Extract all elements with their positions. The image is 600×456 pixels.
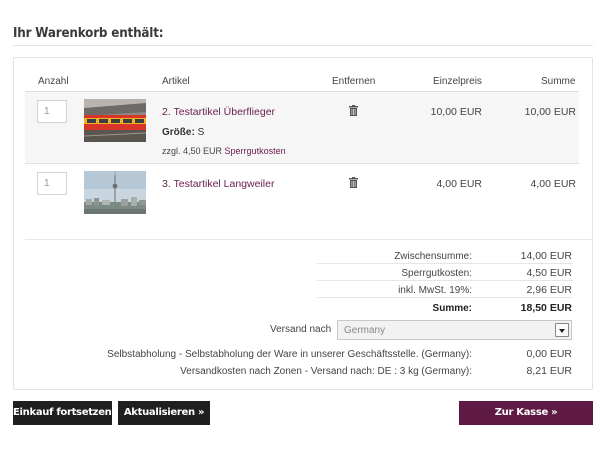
update-cart-button[interactable]: Aktualisieren »: [118, 401, 210, 425]
size-label: Größe:: [162, 127, 195, 138]
heading-divider: [13, 45, 593, 46]
shipping-country-selected: Germany: [344, 325, 386, 336]
shipping-option-label: Versandkosten nach Zonen - Versand nach:…: [180, 366, 472, 377]
totals-row-divider: [317, 297, 573, 298]
product-attribute: Größe: S: [162, 127, 204, 138]
shipping-country-select[interactable]: Germany: [337, 320, 572, 340]
quantity-input[interactable]: 1: [37, 100, 67, 123]
vat-label: inkl. MwSt. 19%:: [398, 285, 472, 296]
vat-value: 2,96 EUR: [526, 284, 572, 296]
column-header-article: Artikel: [162, 76, 190, 87]
line-sum: 10,00 EUR: [524, 106, 576, 118]
bulky-surcharge-note: zzgl. 4,50 EUR Sperrgutkosten: [162, 146, 286, 156]
subtotal-value: 14,00 EUR: [520, 250, 572, 262]
city-tv-tower-photo-icon: [84, 171, 146, 214]
shipping-option-value: 0,00 EUR: [526, 348, 572, 360]
total-value: 18,50 EUR: [520, 302, 572, 314]
bulky-surcharge-amount: zzgl. 4,50 EUR: [162, 146, 223, 156]
line-sum: 4,00 EUR: [530, 178, 576, 190]
shipping-option-value: 8,21 EUR: [526, 365, 572, 377]
product-thumbnail-city[interactable]: [84, 171, 146, 214]
bulky-surcharge-link[interactable]: Sperrgutkosten: [225, 146, 286, 156]
bulky-cost-value: 4,50 EUR: [526, 267, 572, 279]
column-header-sum: Summe: [541, 76, 576, 87]
unit-price: 4,00 EUR: [436, 178, 482, 190]
column-header-remove: Entfernen: [332, 76, 376, 87]
unit-price: 10,00 EUR: [430, 106, 482, 118]
bulky-cost-label: Sperrgutkosten:: [401, 268, 472, 279]
subtotal-label: Zwischensumme:: [394, 251, 472, 262]
shipping-country-label: Versand nach: [270, 324, 332, 335]
remove-item-button[interactable]: [349, 177, 358, 188]
shipping-option-label: Selbstabholung - Selbstabholung der Ware…: [107, 349, 472, 360]
chevron-down-icon[interactable]: [555, 323, 569, 337]
product-link[interactable]: 3. Testartikel Langweiler: [162, 178, 274, 190]
product-link[interactable]: 2. Testartikel Überflieger: [162, 106, 275, 118]
column-header-qty: Anzahl: [38, 76, 69, 87]
totals-row-divider: [317, 263, 573, 264]
size-value: S: [197, 127, 205, 138]
trash-icon: [349, 177, 358, 188]
checkout-button[interactable]: Zur Kasse »: [459, 401, 593, 425]
column-header-unit-price: Einzelpreis: [433, 76, 482, 87]
remove-item-button[interactable]: [349, 105, 358, 116]
cart-heading: Ihr Warenkorb enthält:: [13, 26, 164, 41]
row-divider: [25, 163, 579, 164]
total-label: Summe:: [432, 303, 472, 314]
quantity-input[interactable]: 1: [37, 172, 67, 195]
totals-divider: [25, 239, 592, 240]
product-thumbnail-train[interactable]: [84, 99, 146, 142]
trash-icon: [349, 105, 358, 116]
totals-row-divider: [317, 280, 573, 281]
continue-shopping-button[interactable]: Einkauf fortsetzen »: [13, 401, 121, 425]
train-photo-icon: [84, 99, 146, 142]
